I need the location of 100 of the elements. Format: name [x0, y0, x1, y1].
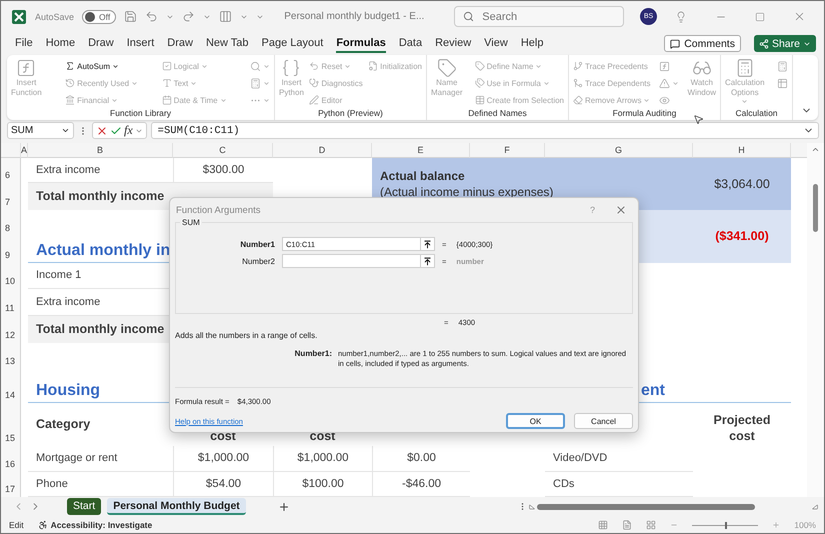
- add-sheet-icon[interactable]: [278, 500, 290, 513]
- formula-field[interactable]: =SUM(C10:C11): [150, 122, 819, 140]
- row-header[interactable]: 14: [1, 368, 21, 403]
- comment-icon: [670, 38, 680, 49]
- group-label: Function Library: [110, 108, 171, 120]
- column-title: cost: [210, 428, 236, 444]
- dialog-button[interactable]: OK: [506, 413, 565, 429]
- column-header[interactable]: B: [28, 142, 173, 158]
- fx-button[interactable]: fx: [124, 123, 133, 138]
- column-header[interactable]: E: [372, 142, 470, 158]
- normal-view-icon[interactable]: [598, 520, 608, 530]
- autosave-toggle[interactable]: Off: [82, 10, 116, 24]
- cancel-icon[interactable]: [96, 124, 108, 137]
- zoom-in-icon[interactable]: [772, 521, 780, 530]
- row-header[interactable]: 12: [1, 316, 21, 343]
- function-description: Adds all the numbers in a range of cells.: [175, 331, 318, 340]
- table-cell-text: Category: [35, 416, 92, 434]
- calendar-icon: [162, 95, 172, 106]
- search-field[interactable]: Search: [454, 6, 624, 28]
- argument-field[interactable]: [282, 254, 435, 268]
- column-header[interactable]: H: [693, 142, 791, 158]
- clock-icon: [65, 78, 76, 88]
- row-header[interactable]: 6: [1, 158, 21, 183]
- columns-icon[interactable]: [219, 10, 232, 24]
- scroll-left-icon[interactable]: [529, 504, 535, 510]
- menu-tab[interactable]: Page Layout: [262, 37, 324, 54]
- menu-tab[interactable]: File: [15, 37, 33, 54]
- row-header[interactable]: 13: [1, 342, 21, 369]
- save-icon[interactable]: [124, 10, 138, 24]
- row-header[interactable]: 9: [1, 236, 21, 263]
- undo-icon[interactable]: [145, 10, 158, 24]
- tags-icon: [474, 78, 485, 88]
- stethoscope-icon: [309, 78, 320, 88]
- checkbox-icon: [162, 61, 172, 72]
- undo-icon: [309, 61, 320, 72]
- function-icon: [16, 58, 36, 78]
- lightbulb-icon[interactable]: [675, 10, 687, 23]
- column-title: cost: [310, 428, 336, 444]
- menu-tab[interactable]: Draw: [88, 37, 114, 54]
- column-header[interactable]: D: [273, 142, 372, 158]
- comments-button[interactable]: Comments: [664, 35, 741, 52]
- menu-tab[interactable]: Home: [46, 37, 76, 54]
- branch-icon: [573, 61, 583, 72]
- collapse-dialog-icon[interactable]: [423, 256, 432, 266]
- row-header[interactable]: 17: [1, 472, 21, 497]
- bank-icon: [65, 95, 76, 106]
- column-header[interactable]: A: [21, 142, 28, 158]
- row-header[interactable]: 11: [1, 288, 21, 316]
- eye-icon: [659, 94, 670, 106]
- menu-tab[interactable]: New Tab: [206, 37, 249, 54]
- sheet-tab[interactable]: Start: [67, 498, 102, 516]
- balance-value: $3,064.00: [714, 176, 770, 191]
- ribbon-button[interactable]: AutoSum: [64, 58, 140, 74]
- page-layout-icon[interactable]: [622, 520, 632, 530]
- tag-icon: [436, 58, 457, 78]
- share-button[interactable]: Share: [754, 35, 816, 52]
- menu-tab[interactable]: Data: [398, 37, 422, 54]
- warning-icon: [659, 78, 670, 89]
- row-header[interactable]: 15: [1, 402, 21, 446]
- vertical-scrollbar[interactable]: [807, 142, 824, 497]
- table-cell: $0.00: [372, 446, 470, 472]
- balance-value: ($341.00): [715, 229, 769, 244]
- row-header[interactable]: 16: [1, 446, 21, 472]
- column-header[interactable]: C: [173, 142, 273, 158]
- dialog-button[interactable]: Cancel: [574, 413, 633, 429]
- collapse-dialog-icon[interactable]: [423, 240, 432, 248]
- row-header[interactable]: 8: [1, 210, 21, 236]
- menu-tab[interactable]: Draw: [167, 37, 193, 54]
- pen-icon: [309, 95, 320, 106]
- scroll-right-icon[interactable]: [812, 504, 818, 510]
- check-icon[interactable]: [110, 124, 122, 137]
- name-box[interactable]: SUM: [7, 122, 74, 140]
- group-label: Python (Preview): [318, 108, 383, 120]
- function-icon: [659, 60, 670, 72]
- share-icon: [758, 38, 769, 49]
- row-header[interactable]: 7: [1, 182, 21, 210]
- menu-tab[interactable]: Review: [435, 37, 472, 54]
- close-icon[interactable]: [615, 204, 627, 216]
- menu-tab[interactable]: View: [484, 37, 508, 54]
- accessibility-status[interactable]: Accessibility: Investigate: [50, 520, 152, 530]
- table-cell: $1,000.00: [173, 446, 273, 472]
- maximize-icon[interactable]: [755, 12, 765, 22]
- merge-icon: [573, 78, 583, 88]
- argument-label: Number2: [241, 256, 275, 266]
- row-header[interactable]: 10: [1, 262, 21, 289]
- redo-icon[interactable]: [182, 10, 196, 24]
- sheet-tab[interactable]: Personal Monthly Budget: [107, 498, 246, 516]
- balance-subtitle: (Actual income minus expenses): [380, 184, 554, 199]
- column-header[interactable]: F: [470, 142, 545, 158]
- mode-indicator: Edit: [9, 520, 24, 530]
- page-break-icon[interactable]: [646, 520, 656, 530]
- calculator-icon: [250, 78, 261, 89]
- table-cell: Total monthly income: [28, 182, 173, 210]
- argument-help-label: Number1:: [294, 349, 332, 360]
- menu-tab[interactable]: Help: [520, 37, 544, 54]
- menu-tab[interactable]: Insert: [126, 37, 154, 54]
- accessibility-icon[interactable]: [38, 520, 48, 530]
- column-header[interactable]: G: [545, 142, 693, 158]
- menu-tab[interactable]: Formulas: [336, 37, 386, 54]
- search-icon: [250, 60, 261, 72]
